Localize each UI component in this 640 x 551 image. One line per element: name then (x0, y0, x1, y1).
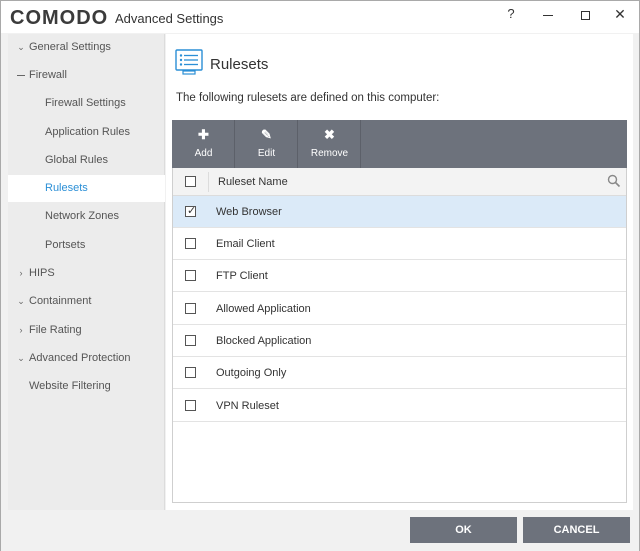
row-checkbox[interactable] (185, 270, 196, 281)
sidebar-item-website-filtering[interactable]: Website Filtering (8, 373, 165, 400)
intro-text: The following rulesets are defined on th… (176, 92, 440, 104)
table-row[interactable]: Email Client (173, 228, 626, 260)
comodo-logo: COMODO (10, 7, 109, 29)
sidebar-item-application-rules[interactable]: Application Rules (8, 119, 165, 146)
row-checkbox[interactable] (185, 400, 196, 411)
row-checkbox[interactable]: ✓ (185, 205, 197, 217)
sidebar-item-label: Website Filtering (29, 380, 111, 392)
add-label: Add (194, 148, 213, 159)
sidebar-item-label: HIPS (29, 267, 55, 279)
minimize-icon (543, 14, 553, 16)
minimize-button[interactable] (533, 4, 563, 24)
select-all-checkbox[interactable] (185, 176, 196, 187)
sidebar-item-global-rules[interactable]: Global Rules (8, 147, 165, 174)
ruleset-name: Outgoing Only (216, 367, 287, 379)
ruleset-name: Blocked Application (216, 335, 312, 347)
sidebar-item-label: Portsets (45, 239, 86, 251)
chevron-down-icon: ⌄ (17, 353, 25, 363)
ruleset-name: VPN Ruleset (216, 400, 279, 412)
sidebar-item-label: Global Rules (45, 154, 108, 166)
row-checkbox[interactable] (185, 367, 196, 378)
ruleset-name: Email Client (216, 238, 275, 250)
table-row[interactable]: Allowed Application (173, 293, 626, 325)
sidebar-item-label: Rulesets (45, 182, 88, 194)
sidebar-item-rulesets[interactable]: Rulesets (8, 175, 165, 202)
sidebar-item-label: Advanced Protection (29, 352, 131, 364)
sidebar-item-file-rating[interactable]: › File Rating (8, 317, 165, 344)
table-row[interactable]: Outgoing Only (173, 357, 626, 389)
sidebar-item-advanced-protection[interactable]: ⌄ Advanced Protection (8, 345, 165, 372)
sidebar-item-label: Network Zones (45, 210, 119, 222)
plus-icon: ✚ (198, 127, 209, 142)
column-divider (208, 172, 209, 192)
ruleset-name: Web Browser (216, 206, 282, 218)
chevron-down-icon: ⌄ (17, 296, 25, 306)
cancel-button[interactable]: CANCEL (523, 517, 630, 543)
pencil-icon: ✎ (261, 127, 272, 142)
table-header: Ruleset Name (173, 168, 626, 196)
row-checkbox[interactable] (185, 335, 196, 346)
ruleset-name: Allowed Application (216, 303, 311, 315)
maximize-icon (580, 10, 590, 20)
window-title: Advanced Settings (115, 11, 224, 26)
edit-button[interactable]: ✎ Edit (235, 120, 298, 168)
sidebar-item-firewall-settings[interactable]: Firewall Settings (8, 90, 165, 117)
ok-button[interactable]: OK (410, 517, 517, 543)
column-header-ruleset-name[interactable]: Ruleset Name (218, 176, 288, 188)
rulesets-table: Ruleset Name ✓ Web Browser Email Client … (172, 168, 627, 503)
sidebar-item-firewall[interactable]: Firewall (8, 62, 165, 89)
table-row[interactable]: ✓ Web Browser (173, 196, 626, 228)
ruleset-name: FTP Client (216, 270, 268, 282)
row-checkbox[interactable] (185, 303, 196, 314)
chevron-down-icon: ⌄ (17, 42, 25, 52)
sidebar-item-containment[interactable]: ⌄ Containment (8, 288, 165, 315)
main-panel: Rulesets The following rulesets are defi… (166, 34, 633, 510)
edit-label: Edit (257, 148, 276, 159)
maximize-button[interactable] (570, 4, 600, 24)
collapse-dash-icon (15, 62, 27, 89)
title-bar[interactable]: COMODO Advanced Settings ? ✕ (1, 1, 639, 33)
close-button[interactable]: ✕ (605, 4, 635, 24)
page-title: Rulesets (210, 56, 269, 73)
table-row[interactable]: VPN Ruleset (173, 390, 626, 422)
sidebar-item-hips[interactable]: › HIPS (8, 260, 165, 287)
sidebar-item-network-zones[interactable]: Network Zones (8, 203, 165, 230)
add-button[interactable]: ✚ Add (172, 120, 235, 168)
x-icon: ✖ (324, 127, 335, 142)
sidebar-item-label: Application Rules (45, 126, 130, 138)
sidebar-item-label: Containment (29, 295, 92, 307)
rulesets-list-icon (175, 49, 203, 75)
sidebar-item-label: General Settings (29, 41, 111, 53)
search-icon[interactable] (607, 174, 621, 188)
rulesets-toolbar: ✚ Add ✎ Edit ✖ Remove (172, 120, 627, 168)
help-button[interactable]: ? (496, 4, 526, 24)
sidebar-item-general-settings[interactable]: ⌄ General Settings (8, 34, 165, 61)
sidebar-item-label: File Rating (29, 324, 82, 336)
remove-label: Remove (310, 148, 349, 159)
sidebar-item-label: Firewall Settings (45, 97, 126, 109)
row-checkbox[interactable] (185, 238, 196, 249)
sidebar-item-label: Firewall (29, 69, 67, 81)
chevron-right-icon: › (19, 268, 23, 278)
remove-button[interactable]: ✖ Remove (298, 120, 361, 168)
checkmark-icon: ✓ (187, 205, 197, 217)
table-row[interactable]: Blocked Application (173, 325, 626, 357)
chevron-right-icon: › (19, 325, 23, 335)
sidebar-nav: ⌄ General Settings Firewall Firewall Set… (8, 34, 165, 510)
sidebar-item-portsets[interactable]: Portsets (8, 232, 165, 259)
dialog-footer: OK CANCEL (1, 510, 639, 551)
table-row[interactable]: FTP Client (173, 260, 626, 292)
advanced-settings-window: COMODO Advanced Settings ? ✕ ⌄ General S… (0, 0, 640, 551)
